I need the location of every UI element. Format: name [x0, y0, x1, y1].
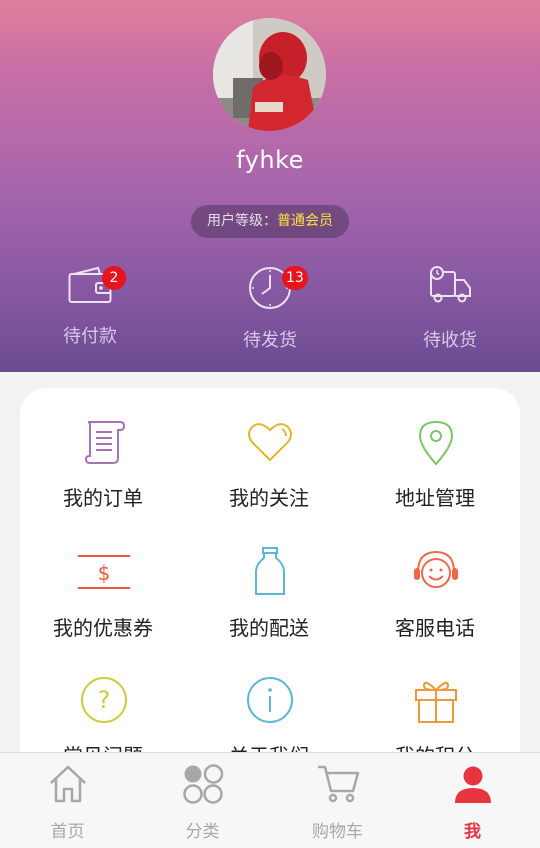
home-icon — [50, 765, 86, 803]
tab-category[interactable]: 分类 — [135, 753, 270, 848]
menu-label: 我的关注 — [229, 486, 309, 510]
user-level-label: 用户等级： — [207, 213, 277, 229]
menu-my-follows[interactable]: 我的关注 — [186, 416, 352, 536]
menu-customer-service[interactable]: 客服电话 — [352, 546, 518, 666]
menu-label: 我的配送 — [229, 616, 309, 640]
user-level-value: 普通会员 — [277, 213, 333, 229]
menu-label: 地址管理 — [395, 486, 475, 510]
category-icon — [183, 764, 224, 804]
menu-label: 客服电话 — [395, 616, 475, 640]
user-icon — [455, 766, 491, 803]
menu-my-delivery[interactable]: 我的配送 — [186, 546, 352, 666]
profile-page: fyhke 用户等级：普通会员 2 待付款 13 待发货 待收货 我的订单 我的… — [0, 0, 540, 848]
menu-address-management[interactable]: 地址管理 — [352, 416, 518, 536]
bottle-icon — [255, 547, 285, 595]
pending-payment-label: 待付款 — [63, 326, 117, 347]
heart-icon — [248, 423, 292, 462]
avatar[interactable] — [213, 18, 326, 131]
cart-icon — [318, 765, 359, 803]
location-pin-icon — [418, 420, 454, 466]
user-level-badge: 用户等级：普通会员 — [191, 205, 349, 238]
tab-me[interactable]: 我 — [405, 753, 540, 848]
menu-my-orders[interactable]: 我的订单 — [20, 416, 186, 536]
menu-label: 我的优惠券 — [53, 616, 153, 640]
menu-label: 我的订单 — [63, 486, 143, 510]
svg-text:?: ? — [98, 686, 111, 714]
tab-label: 购物车 — [312, 822, 363, 842]
order-pending-receipt[interactable]: 待收货 — [380, 262, 520, 352]
order-pending-payment[interactable]: 2 待付款 — [20, 262, 160, 352]
bottom-tab-bar: 首页 分类 购物车 我 — [0, 752, 540, 848]
tab-label: 首页 — [50, 822, 85, 842]
tab-label: 分类 — [185, 822, 220, 842]
pending-shipment-label: 待发货 — [243, 330, 297, 351]
avatar-image — [213, 18, 326, 131]
tab-label: 我 — [464, 822, 481, 842]
pending-shipment-badge: 13 — [282, 266, 308, 290]
coupon-icon: $ — [78, 555, 130, 589]
pending-receipt-label: 待收货 — [423, 330, 477, 351]
tab-home[interactable]: 首页 — [0, 753, 135, 848]
truck-icon — [430, 266, 471, 303]
question-icon: ? — [81, 677, 127, 723]
username: fyhke — [236, 146, 304, 174]
order-scroll-icon — [84, 421, 126, 464]
svg-text:$: $ — [98, 561, 111, 585]
tab-cart[interactable]: 购物车 — [270, 753, 405, 848]
pending-payment-badge: 2 — [102, 266, 126, 290]
profile-header: fyhke 用户等级：普通会员 2 待付款 13 待发货 待收货 — [0, 0, 540, 372]
headset-icon — [414, 550, 458, 588]
info-icon — [247, 677, 293, 723]
menu-my-coupons[interactable]: $ 我的优惠券 — [20, 546, 186, 666]
order-pending-shipment[interactable]: 13 待发货 — [200, 262, 340, 352]
gift-icon — [415, 681, 457, 723]
